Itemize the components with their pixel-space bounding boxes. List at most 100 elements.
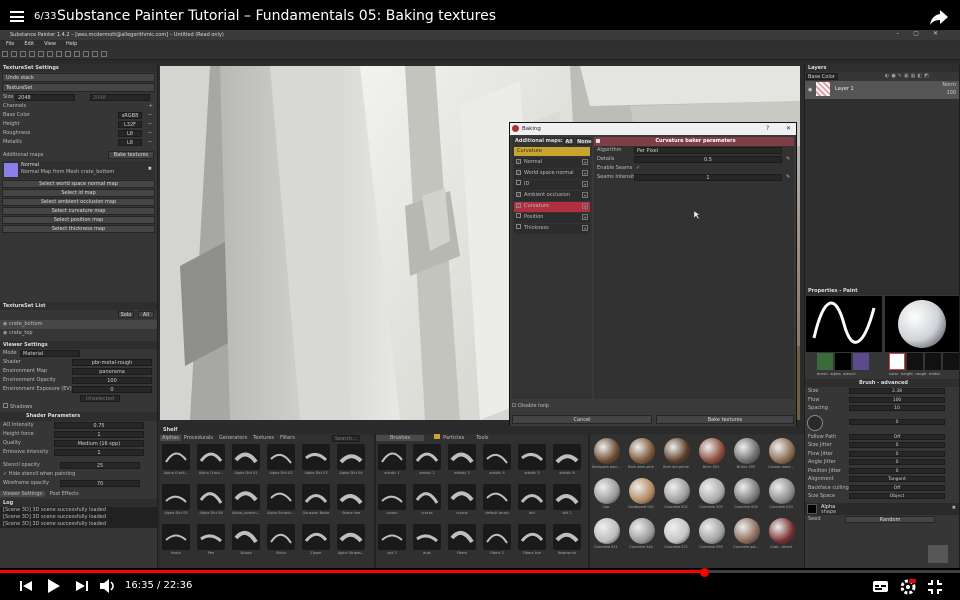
shelf-search-input[interactable]: Search... <box>332 435 360 442</box>
solo-button[interactable]: Solo <box>118 311 134 318</box>
map-item[interactable]: ✓ Curvature + <box>514 202 590 212</box>
material-thumbnail[interactable] <box>664 518 690 544</box>
layer-opacity[interactable]: 100 <box>946 89 956 98</box>
eraser-tool-icon[interactable] <box>11 51 17 57</box>
size-field[interactable]: 2048 <box>15 94 75 101</box>
help-button[interactable]: ? <box>766 125 769 132</box>
select-map-button[interactable]: Select world space normal map <box>2 180 155 188</box>
alpha-thumbnail[interactable] <box>267 484 295 510</box>
material-thumbnail[interactable] <box>629 438 655 464</box>
material-thumbnail[interactable] <box>699 518 725 544</box>
tab-brushes[interactable]: Brushes <box>376 435 425 441</box>
alpha-thumbnail[interactable] <box>337 444 365 470</box>
brush-thumbnail[interactable] <box>553 484 581 510</box>
material-thumbnail[interactable] <box>769 478 795 504</box>
symmetry-icon[interactable] <box>56 51 62 57</box>
alpha-thumbnail[interactable] <box>302 524 330 550</box>
settings-gear-icon[interactable] <box>900 579 916 595</box>
hide-stencil-row[interactable]: ✓ Hide stencil when painting <box>0 470 157 479</box>
shadows-checkbox[interactable] <box>3 403 8 408</box>
material-thumbnail[interactable] <box>769 518 795 544</box>
tab-post-effects[interactable]: Post Effects <box>47 491 82 497</box>
remove-channel-icon[interactable]: − <box>148 120 152 129</box>
bake-button[interactable]: Bake textures <box>656 415 794 424</box>
select-map-button[interactable]: Select ambient occlusion map <box>2 198 155 206</box>
brush-thumbnail[interactable] <box>413 484 441 510</box>
share-icon[interactable] <box>930 10 948 25</box>
map-item[interactable]: ✓ World space normal + <box>514 169 590 179</box>
eye-icon[interactable]: ◉ <box>808 86 812 95</box>
property-field[interactable]: Object <box>849 493 945 499</box>
channel-format-dropdown[interactable]: L8 <box>118 130 142 137</box>
property-field[interactable]: 0 <box>849 450 945 457</box>
captions-icon[interactable] <box>873 581 888 592</box>
previous-icon[interactable] <box>20 580 32 592</box>
edit-icon[interactable]: ✎ <box>786 155 790 164</box>
property-field[interactable]: 0 <box>849 467 945 474</box>
property-field[interactable]: Off <box>849 484 945 491</box>
material-thumbnail[interactable] <box>664 438 690 464</box>
brush-thumbnail[interactable] <box>378 524 406 550</box>
material-thumbnail[interactable] <box>734 478 760 504</box>
textureset-button[interactable]: TextureSet <box>2 83 155 92</box>
shader-params-header[interactable]: Shader Parameters <box>0 412 157 421</box>
brush-thumbnail[interactable] <box>448 524 476 550</box>
all-maps-button[interactable]: All <box>564 138 574 145</box>
brush-thumbnail[interactable] <box>518 524 546 550</box>
param-value[interactable]: ✓ <box>636 164 640 173</box>
brush-thumbnail[interactable] <box>518 444 546 470</box>
brush-thumbnail[interactable] <box>553 524 581 550</box>
alpha-thumbnail[interactable] <box>337 484 365 510</box>
menu-view[interactable]: View <box>44 41 56 47</box>
brush-chip[interactable] <box>817 353 833 370</box>
paint-tool-icon[interactable] <box>2 51 8 57</box>
tab-particles[interactable]: Particles <box>443 435 464 441</box>
remove-normal-icon[interactable]: ✖ <box>148 166 152 172</box>
tab-generators[interactable]: Generators <box>219 435 247 441</box>
collapse-icon[interactable] <box>596 139 600 143</box>
fullscreen-exit-icon[interactable] <box>928 580 942 594</box>
map-item[interactable]: Position + <box>514 213 590 223</box>
rotation-field[interactable]: Unselected <box>80 395 120 402</box>
close-button[interactable]: ✕ <box>786 125 791 132</box>
shader-field[interactable]: 0.75 <box>54 422 144 429</box>
alpha-chip[interactable] <box>835 353 851 370</box>
menu-file[interactable]: File <box>6 41 14 47</box>
map-checkbox[interactable]: ✓ <box>516 159 521 164</box>
param-value[interactable]: Per Pixel <box>634 147 782 154</box>
map-checkbox[interactable] <box>516 213 521 218</box>
seed-random-button[interactable]: Random <box>845 515 935 523</box>
brush-advanced-header[interactable]: Brush - advanced <box>805 379 959 387</box>
map-item[interactable]: Thickness + <box>514 224 590 234</box>
tab-procedurals[interactable]: Procedurals <box>184 435 213 441</box>
wire-slider[interactable]: 70 <box>60 480 140 487</box>
disable-help-row[interactable]: Disable help <box>512 403 794 415</box>
shader-field[interactable]: 1 <box>54 431 144 438</box>
channel-format-dropdown[interactable]: L8 <box>118 139 142 146</box>
all-button[interactable]: All <box>138 311 154 318</box>
bake-textures-button[interactable]: Bake textures <box>108 151 154 159</box>
map-checkbox[interactable]: ✓ <box>516 203 521 208</box>
property-field[interactable]: Off <box>849 433 945 440</box>
select-map-button[interactable]: Select position map <box>2 216 155 224</box>
alpha-thumbnail[interactable] <box>232 524 260 550</box>
projection-tool-icon[interactable] <box>20 51 26 57</box>
property-field[interactable]: 100 <box>849 396 945 403</box>
brush-thumbnail[interactable] <box>378 444 406 470</box>
volume-icon[interactable] <box>100 579 116 593</box>
alpha-thumbnail[interactable] <box>162 444 190 470</box>
property-field[interactable]: 2.38 <box>849 388 945 394</box>
next-icon[interactable] <box>76 580 88 592</box>
selected-map-bar[interactable]: Curvature <box>514 147 590 156</box>
fit-icon[interactable] <box>83 51 89 57</box>
property-field[interactable]: 0 <box>849 459 945 465</box>
add-channel-icon[interactable]: + <box>149 102 153 111</box>
remove-channel-icon[interactable]: − <box>148 138 152 147</box>
alpha-thumbnail[interactable] <box>197 444 225 470</box>
material-thumbnail[interactable] <box>594 478 620 504</box>
angle-dial[interactable] <box>807 414 823 431</box>
map-checkbox[interactable] <box>516 180 521 185</box>
brush-thumbnail[interactable] <box>413 444 441 470</box>
channel-format-dropdown[interactable]: sRGB8 <box>118 112 142 119</box>
size-field-2[interactable]: 2048 <box>90 94 150 101</box>
